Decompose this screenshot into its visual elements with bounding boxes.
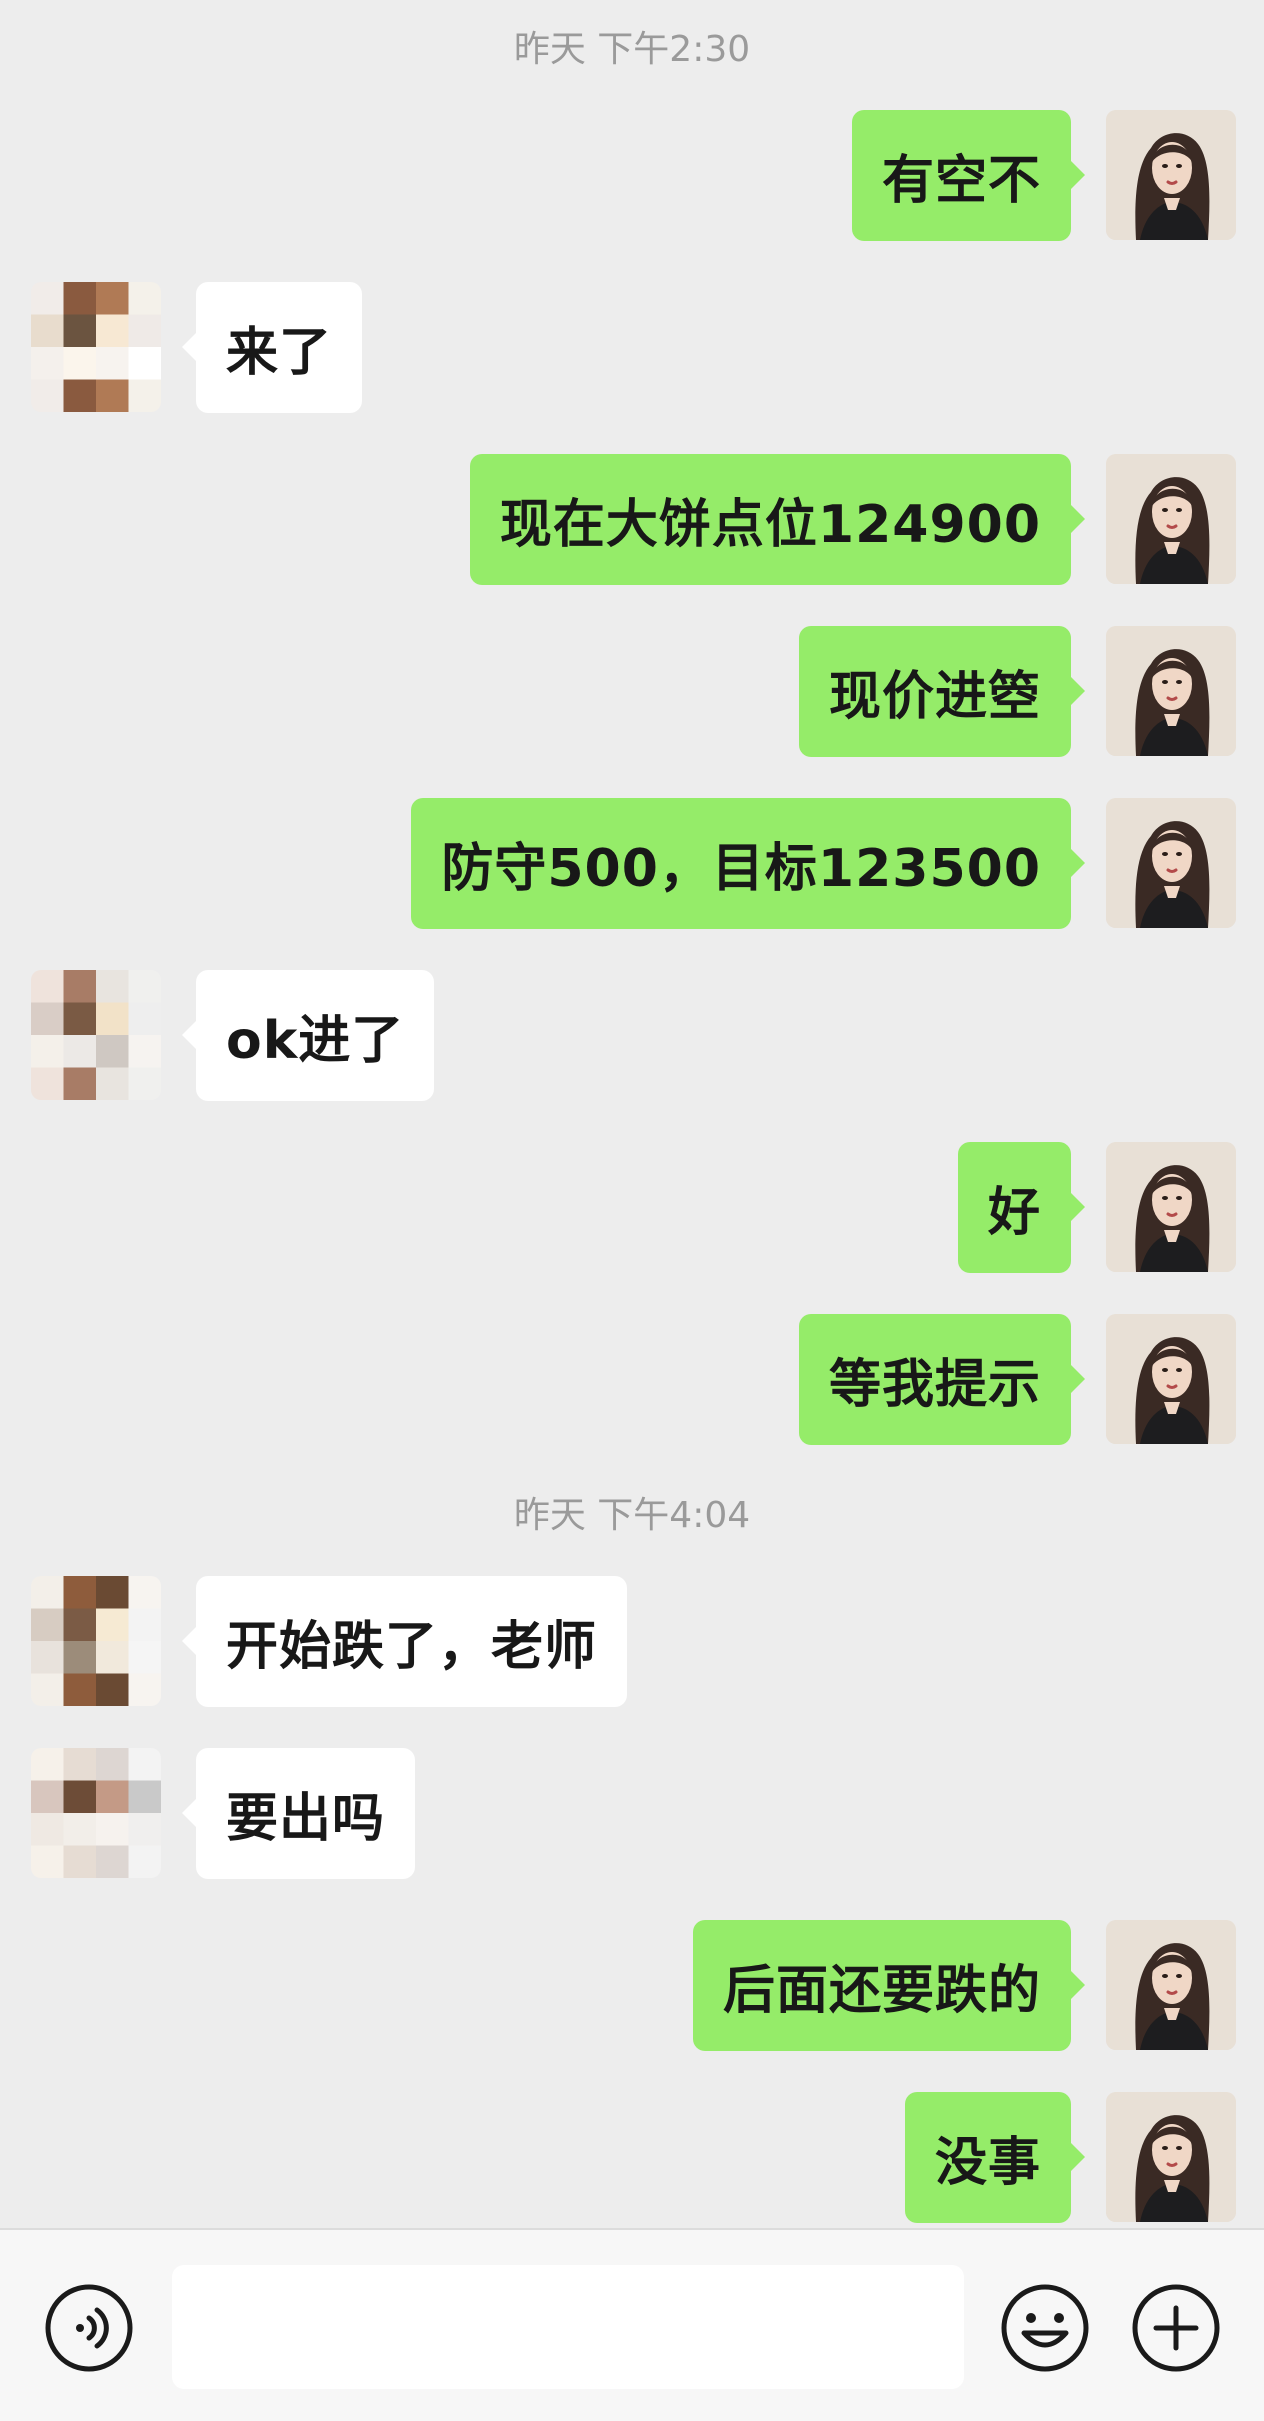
message-input[interactable]: [172, 2265, 964, 2389]
message-bubble[interactable]: 好: [957, 1142, 1086, 1273]
timestamp: 昨天 下午4:04: [513, 1495, 751, 1536]
sent-message: 后面还要跌的: [0, 1920, 1264, 2051]
my-avatar[interactable]: [1106, 110, 1236, 240]
message-bubble[interactable]: 现价进箜: [798, 626, 1086, 757]
contact-avatar[interactable]: [31, 1748, 161, 1878]
my-avatar[interactable]: [1106, 1142, 1236, 1272]
sent-message: 好: [0, 1142, 1264, 1273]
my-avatar[interactable]: [1106, 454, 1236, 584]
received-message: ok进了: [0, 970, 1264, 1101]
my-avatar[interactable]: [1106, 1920, 1236, 2050]
received-message: 要出吗: [0, 1748, 1264, 1879]
sent-message: 现在大饼点位124900: [0, 454, 1264, 585]
contact-avatar[interactable]: [31, 282, 161, 412]
message-bubble[interactable]: 没事: [904, 2092, 1086, 2223]
sent-message: 有空不: [0, 110, 1264, 241]
contact-avatar[interactable]: [31, 1576, 161, 1706]
my-avatar[interactable]: [1106, 626, 1236, 756]
voice-icon[interactable]: [44, 2283, 134, 2373]
sent-message: 没事: [0, 2092, 1264, 2223]
sent-message: 等我提示: [0, 1314, 1264, 1445]
plus-icon[interactable]: [1131, 2283, 1221, 2373]
sent-message: 现价进箜: [0, 626, 1264, 757]
message-bubble[interactable]: 来了: [181, 282, 363, 413]
message-bubble[interactable]: ok进了: [181, 970, 435, 1101]
sent-message: 防守500，目标123500: [0, 798, 1264, 929]
message-bubble[interactable]: 现在大饼点位124900: [469, 454, 1086, 585]
message-bubble[interactable]: 要出吗: [181, 1748, 416, 1879]
input-bar: [0, 2228, 1264, 2421]
chat-area[interactable]: 昨天 下午2:30 有空不来了 现在大饼点位124900 现价进箜防守500，目标12…: [0, 0, 1264, 2228]
received-message: 来了: [0, 282, 1264, 413]
contact-avatar[interactable]: [31, 970, 161, 1100]
my-avatar[interactable]: [1106, 1314, 1236, 1444]
emoji-icon[interactable]: [1000, 2283, 1090, 2373]
message-bubble[interactable]: 开始跌了，老师: [181, 1576, 628, 1707]
message-bubble[interactable]: 防守500，目标123500: [411, 798, 1085, 929]
timestamp: 昨天 下午2:30: [513, 29, 751, 70]
message-bubble[interactable]: 等我提示: [798, 1314, 1086, 1445]
my-avatar[interactable]: [1106, 798, 1236, 928]
my-avatar[interactable]: [1106, 2092, 1236, 2222]
message-bubble[interactable]: 后面还要跌的: [692, 1920, 1086, 2051]
message-bubble[interactable]: 有空不: [851, 110, 1086, 241]
received-message: 开始跌了，老师: [0, 1576, 1264, 1707]
